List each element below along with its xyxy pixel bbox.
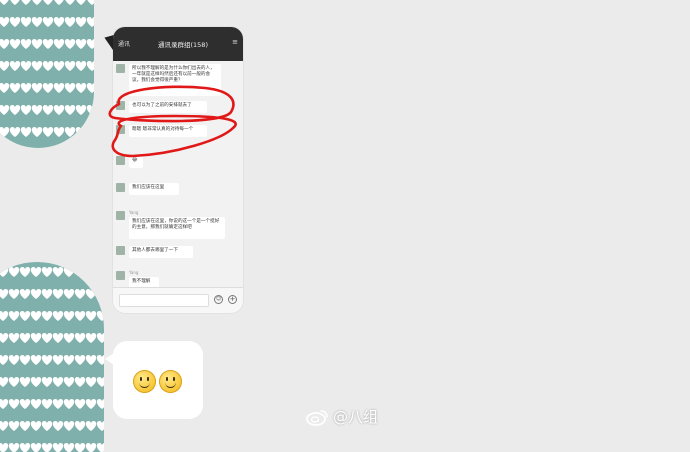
input-bar: ☺ + <box>113 287 243 313</box>
chat-header: 通讯 通讯录群组(158) ≡ <box>113 27 243 61</box>
avatar[interactable] <box>116 211 125 220</box>
avatar[interactable] <box>116 183 125 192</box>
watermark-text: @八组 <box>333 408 379 426</box>
chat-screenshot: 通讯 通讯录群组(158) ≡ 所以我不理解的是为什么你们出去的人，一年就是这样… <box>113 27 243 313</box>
avatar-pattern-top <box>0 0 94 148</box>
chat-title: 通讯录群组(158) <box>158 41 208 49</box>
heart-pattern-icon <box>0 0 94 148</box>
sender-name: Yang <box>129 270 139 275</box>
message-bubble: 我们应该在这里，你说的这一个是一个挺好的主意，那我们就确定这样吧 <box>129 217 225 239</box>
plus-icon[interactable]: + <box>228 295 237 304</box>
avatar-pattern-bottom <box>0 262 104 452</box>
sender-name: Yang <box>129 210 139 215</box>
emoji-message-bubble <box>105 341 203 419</box>
message-input[interactable] <box>119 294 209 307</box>
weibo-logo-icon <box>306 410 328 426</box>
avatar[interactable] <box>116 246 125 255</box>
red-annotation-circle <box>108 85 237 158</box>
message-bubble: 其他人都去哪里了一下 <box>129 246 193 258</box>
smiley-emoji-icon <box>133 370 156 393</box>
menu-icon[interactable]: ≡ <box>232 38 238 46</box>
emoji-icon[interactable]: ☺ <box>214 295 223 304</box>
smiley-emoji-icon <box>159 370 182 393</box>
heart-pattern-icon <box>0 262 104 452</box>
back-button[interactable]: 通讯 <box>118 39 130 48</box>
avatar[interactable] <box>116 271 125 280</box>
avatar[interactable] <box>116 64 125 73</box>
message-bubble: 我们应该在这里 <box>129 183 179 195</box>
